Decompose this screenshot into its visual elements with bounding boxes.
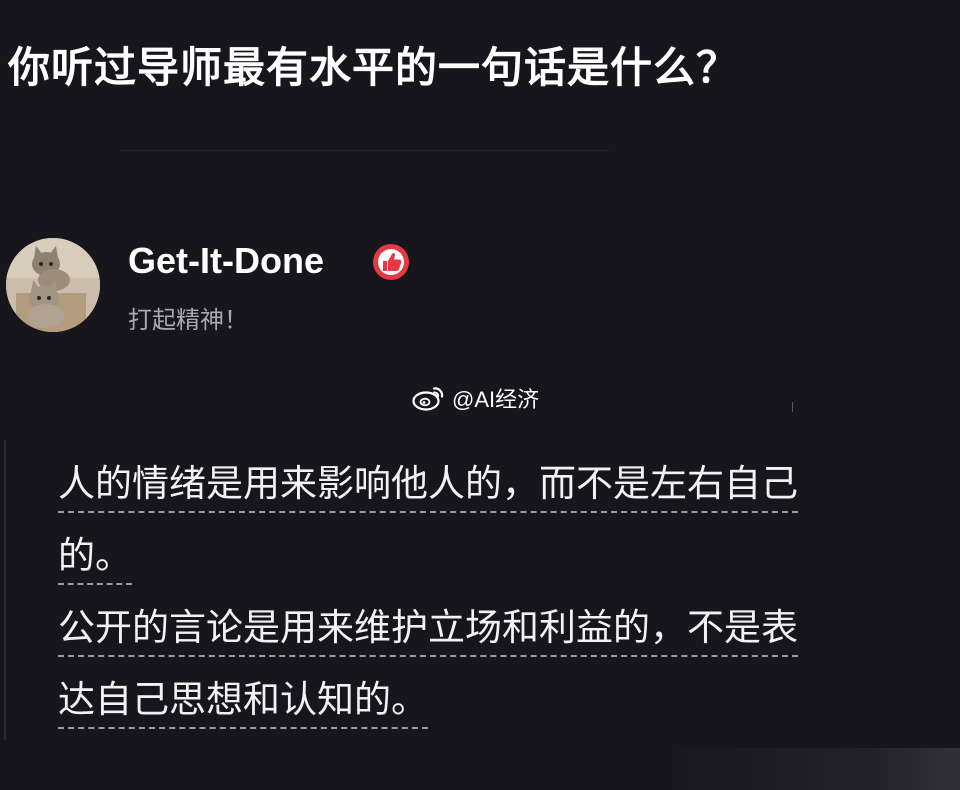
answer-text: 人的情绪是用来影响他人的，而不是左右自己 的。 公开的言论是用来维护立场和利益的… <box>58 448 798 736</box>
username[interactable]: Get-It-Done <box>128 240 324 282</box>
user-avatar[interactable] <box>6 238 100 332</box>
answer-line: 人的情绪是用来影响他人的，而不是左右自己 <box>58 448 798 520</box>
answer-line: 的。 <box>58 520 798 592</box>
scroll-tick <box>792 402 793 412</box>
bottom-blur <box>660 748 960 790</box>
weibo-logo-icon <box>412 387 444 411</box>
divider <box>120 150 610 151</box>
answer-line: 公开的言论是用来维护立场和利益的，不是表 <box>58 592 798 664</box>
watermark: @AI经济 <box>412 382 539 414</box>
answer-line: 达自己思想和认知的。 <box>58 664 798 736</box>
quote-bar <box>4 440 6 740</box>
user-bio: 打起精神！ <box>128 306 248 334</box>
watermark-text: @AI经济 <box>452 387 540 412</box>
question-title: 你听过导师最有水平的一句话是什么？ <box>8 43 740 92</box>
thumbs-up-badge-icon <box>372 243 410 281</box>
